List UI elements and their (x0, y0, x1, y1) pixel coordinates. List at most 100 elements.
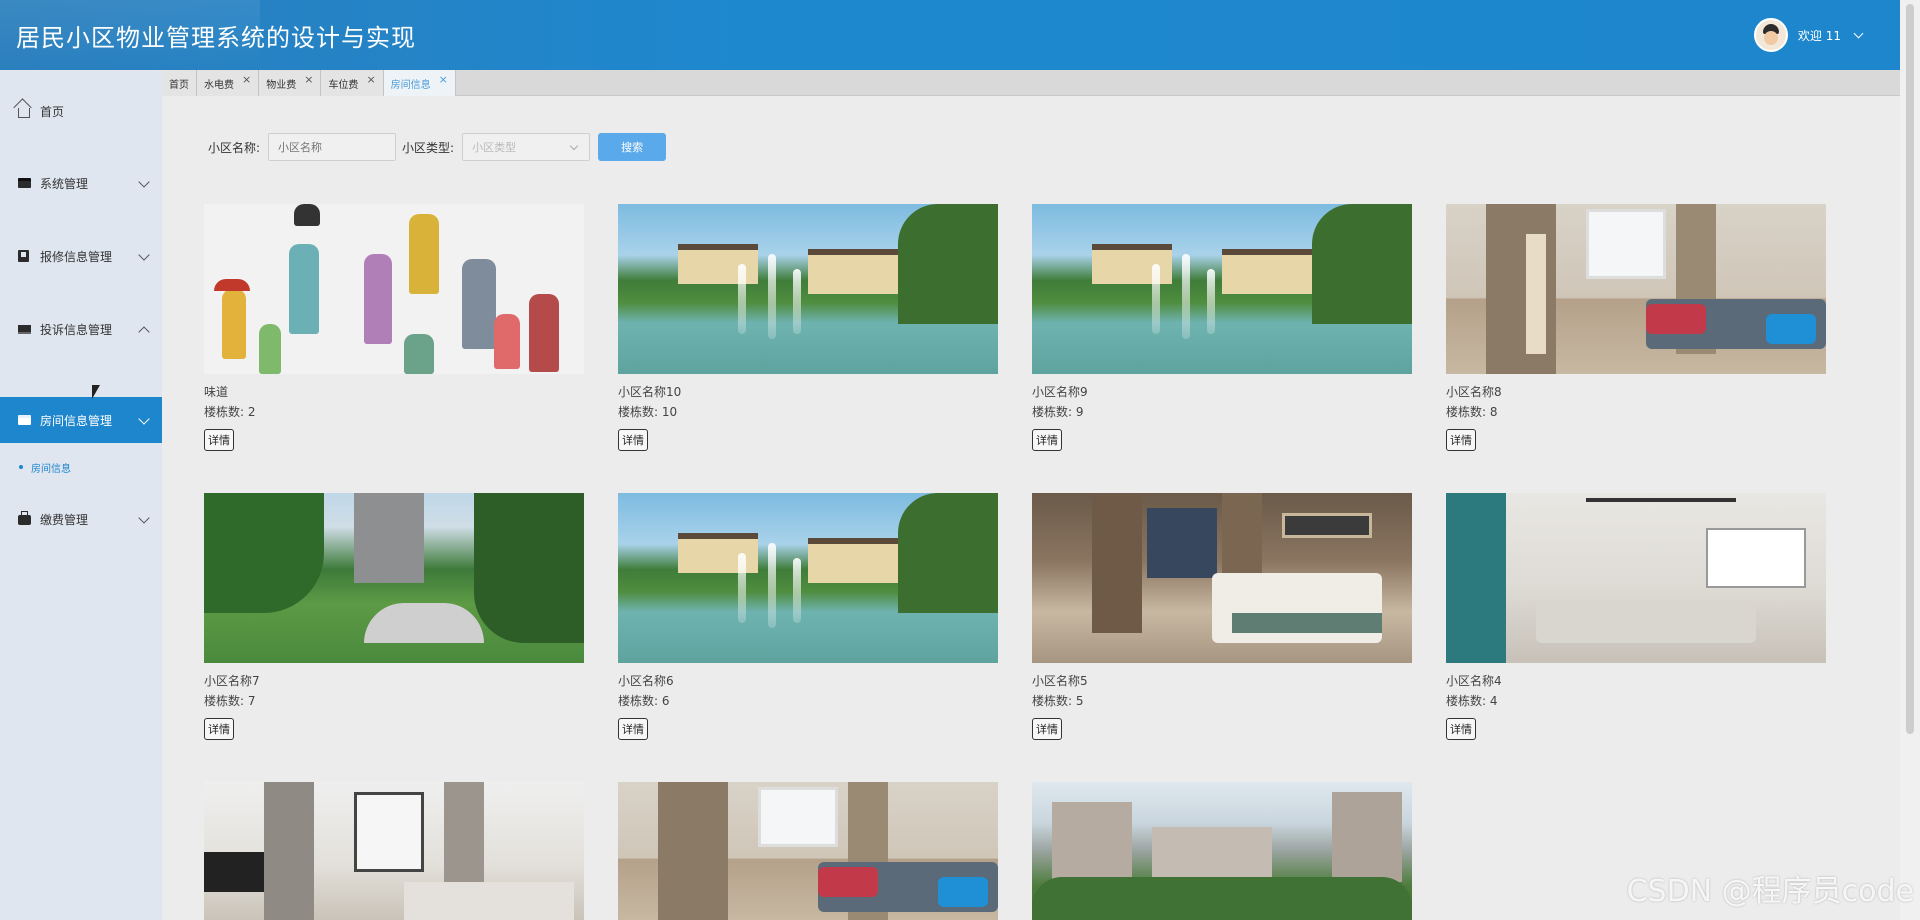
card-image[interactable] (618, 782, 998, 920)
sidebar-item-system[interactable]: 系统管理 (0, 160, 162, 206)
bullet-icon (19, 465, 23, 469)
count-value: 2 (247, 405, 256, 419)
tab-label: 首页 (169, 79, 189, 91)
detail-button[interactable]: 详情 (618, 718, 648, 740)
detail-button[interactable]: 详情 (204, 429, 234, 451)
sidebar-item-home[interactable]: 首页 (0, 88, 162, 134)
chevron-down-icon (138, 249, 150, 261)
sidebar: 首页 系统管理 报修信息管理 投诉信息管理 房间信息管理 房间信息 缴费管理 (0, 70, 162, 920)
bag-icon (18, 511, 31, 525)
select-placeholder: 小区类型 (472, 141, 517, 154)
card-building-count: 楼栋数: 4 (1446, 692, 1826, 709)
detail-button[interactable]: 详情 (1032, 718, 1062, 740)
tab-bar: 首页 水电费 × 物业费 × 车位费 × 房间信息 × (162, 70, 1900, 96)
tab-utilities[interactable]: 水电费 × (197, 70, 260, 96)
sidebar-item-label: 报修信息管理 (40, 249, 113, 264)
search-button[interactable]: 搜索 (598, 133, 667, 161)
count-label: 楼栋数: (1446, 405, 1487, 419)
detail-button[interactable]: 详情 (1446, 718, 1476, 740)
community-card: 小区名称4 楼栋数: 4 详情 (1446, 493, 1826, 740)
detail-button[interactable]: 详情 (1446, 429, 1476, 451)
mouse-cursor-icon (92, 385, 100, 399)
community-name-input[interactable] (268, 133, 397, 161)
sidebar-item-label: 投诉信息管理 (40, 322, 113, 337)
card-image[interactable] (204, 493, 584, 663)
detail-button[interactable]: 详情 (618, 429, 648, 451)
monitor-icon (18, 324, 31, 334)
community-card: 小区名称6 楼栋数: 6 详情 (618, 493, 998, 740)
count-value: 6 (661, 694, 670, 708)
count-label: 楼栋数: (1032, 694, 1073, 708)
count-label: 楼栋数: (204, 405, 245, 419)
tab-parking-fee[interactable]: 车位费 × (321, 70, 384, 96)
community-card: 小区名称7 楼栋数: 7 详情 (204, 493, 584, 740)
chevron-down-icon (138, 413, 150, 425)
count-value: 10 (661, 405, 678, 419)
card-building-count: 楼栋数: 6 (618, 692, 998, 709)
detail-button[interactable]: 详情 (204, 718, 234, 740)
chevron-up-icon (138, 326, 150, 338)
sidebar-item-repair[interactable]: 报修信息管理 (0, 233, 162, 279)
card-image[interactable] (1446, 493, 1826, 663)
card-image[interactable] (1032, 782, 1412, 920)
sidebar-item-label: 系统管理 (40, 176, 89, 191)
count-label: 楼栋数: (1032, 405, 1073, 419)
name-label: 小区名称: (208, 140, 261, 155)
box-icon (18, 178, 31, 188)
community-card (204, 782, 584, 920)
community-card: 小区名称10 楼栋数: 10 详情 (618, 204, 998, 451)
card-name: 小区名称8 (1446, 385, 1502, 399)
card-name: 味道 (204, 385, 229, 399)
welcome-text[interactable]: 欢迎 11 (1798, 27, 1841, 44)
count-value: 9 (1075, 405, 1084, 419)
tab-room-info[interactable]: 房间信息 × (383, 70, 456, 96)
count-value: 5 (1075, 694, 1084, 708)
card-image[interactable] (1032, 204, 1412, 374)
tab-home[interactable]: 首页 (162, 70, 197, 96)
card-name: 小区名称6 (618, 674, 674, 688)
close-icon[interactable]: × (439, 73, 448, 86)
community-type-select[interactable]: 小区类型 (462, 133, 591, 161)
type-label: 小区类型: (402, 140, 455, 155)
card-image[interactable] (204, 204, 584, 374)
scrollbar-thumb[interactable] (1906, 4, 1914, 734)
search-form: 小区名称: 小区类型: 小区类型 搜索 (208, 133, 667, 161)
app-header: 居民小区物业管理系统的设计与实现 欢迎 11 (0, 0, 1920, 70)
count-value: 8 (1489, 405, 1498, 419)
sidebar-item-complaint[interactable]: 投诉信息管理 (0, 306, 162, 352)
close-icon[interactable]: × (366, 73, 375, 86)
home-icon (18, 108, 30, 118)
community-card (1032, 782, 1412, 920)
sidebar-item-payment[interactable]: 缴费管理 (0, 496, 162, 542)
watermark: CSDN @程序员code (1626, 874, 1914, 909)
close-icon[interactable]: × (242, 73, 251, 86)
avatar[interactable] (1753, 18, 1788, 52)
detail-button[interactable]: 详情 (1032, 429, 1062, 451)
card-image[interactable] (1446, 204, 1826, 374)
chevron-down-icon[interactable] (1853, 28, 1864, 38)
community-card: 小区名称9 楼栋数: 9 详情 (1032, 204, 1412, 451)
card-building-count: 楼栋数: 7 (204, 692, 584, 709)
tab-property-fee[interactable]: 物业费 × (259, 70, 322, 96)
count-label: 楼栋数: (204, 694, 245, 708)
close-icon[interactable]: × (304, 73, 313, 86)
card-name: 小区名称5 (1032, 674, 1088, 688)
community-card: 小区名称8 楼栋数: 8 详情 (1446, 204, 1826, 451)
card-image[interactable] (204, 782, 584, 920)
count-label: 楼栋数: (618, 694, 659, 708)
page-scrollbar[interactable] (1900, 0, 1920, 920)
card-name: 小区名称7 (204, 674, 260, 688)
box-icon (18, 415, 31, 425)
sidebar-subitem-room-info[interactable]: 房间信息 (0, 457, 162, 477)
card-image[interactable] (618, 493, 998, 663)
count-value: 4 (1489, 694, 1498, 708)
card-image[interactable] (1032, 493, 1412, 663)
count-label: 楼栋数: (1446, 694, 1487, 708)
card-image[interactable] (618, 204, 998, 374)
community-card (618, 782, 998, 920)
user-menu[interactable]: 欢迎 11 (1753, 18, 1864, 52)
sidebar-item-label: 缴费管理 (40, 512, 89, 527)
sidebar-item-room[interactable]: 房间信息管理 (0, 397, 162, 443)
count-value: 7 (247, 694, 256, 708)
card-name: 小区名称4 (1446, 674, 1502, 688)
